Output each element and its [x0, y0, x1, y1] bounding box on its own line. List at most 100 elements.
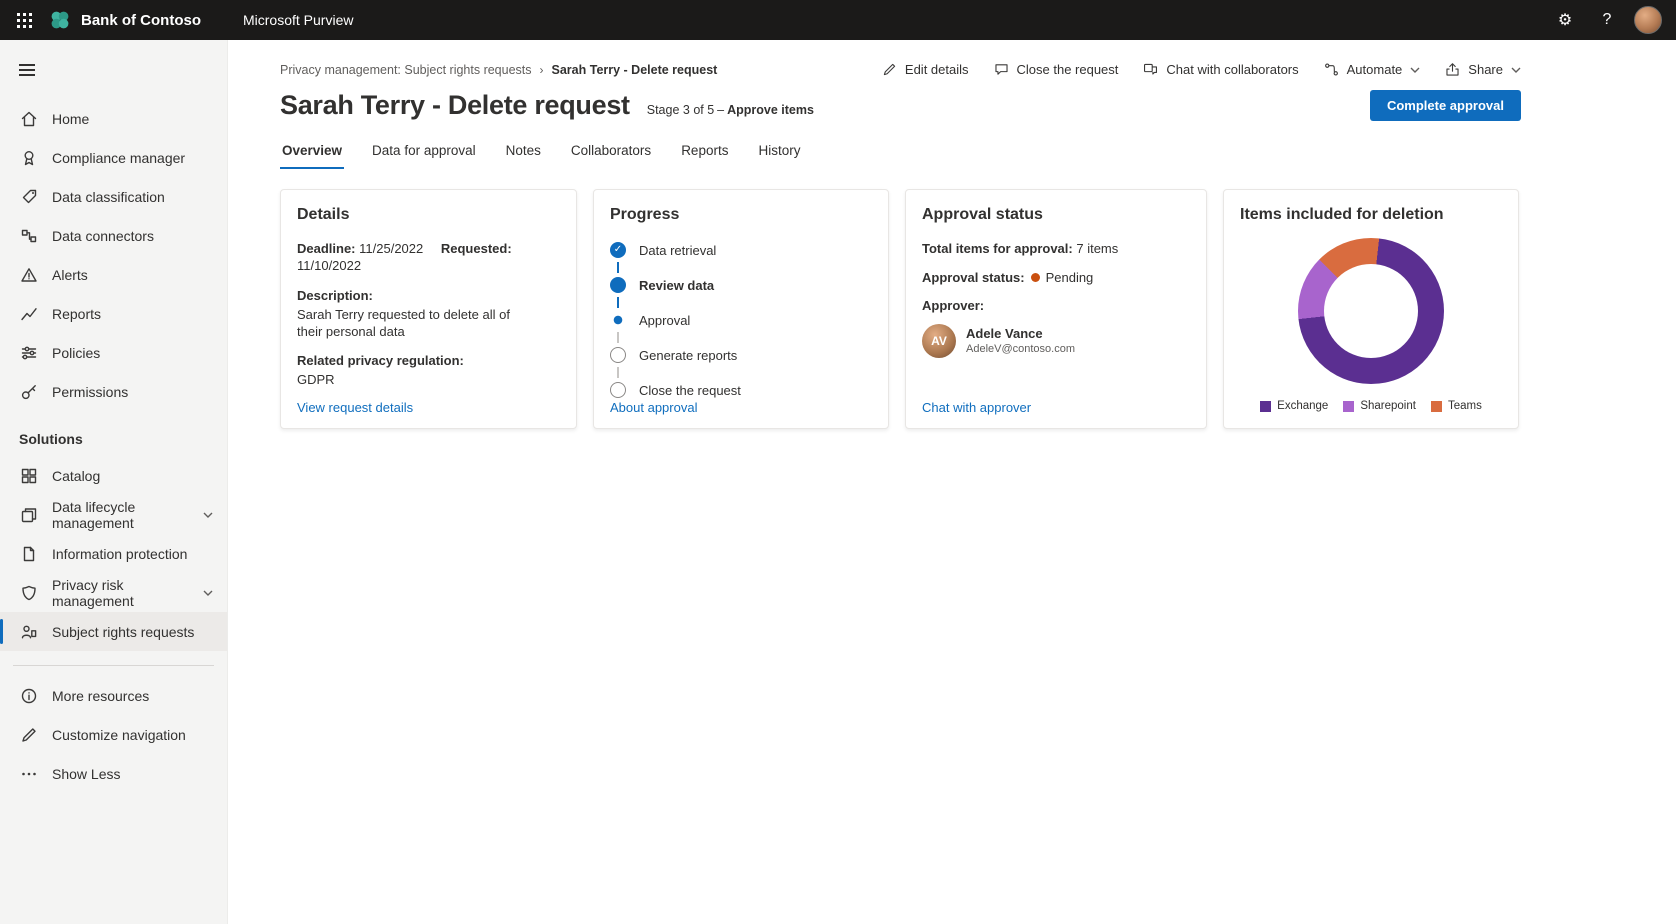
- tab-overview[interactable]: Overview: [280, 141, 344, 169]
- description-label: Description:: [297, 288, 560, 305]
- stage-name: Approve items: [727, 103, 814, 117]
- sidebar-item-show-less[interactable]: Show Less: [0, 754, 227, 793]
- sidebar-divider: [13, 665, 214, 666]
- sidebar-item-data-lifecycle-management[interactable]: Data lifecycle management: [0, 495, 227, 534]
- deadline-row: Deadline: 11/25/2022 Requested: 11/10/20…: [297, 241, 560, 275]
- product-name: Microsoft Purview: [243, 12, 353, 28]
- key-icon: [19, 382, 39, 402]
- edit-details-button[interactable]: Edit details: [881, 61, 969, 78]
- sidebar-item-home[interactable]: Home: [0, 99, 227, 138]
- waffle-icon: [17, 13, 32, 28]
- page-title: Sarah Terry - Delete request: [280, 90, 630, 121]
- items-deletion-card: Items included for deletion Exchange Sha…: [1223, 189, 1519, 429]
- breadcrumb-current: Sarah Terry - Delete request: [552, 63, 718, 77]
- details-card: Details Deadline: 11/25/2022 Requested: …: [280, 189, 577, 429]
- stage-separator: –: [717, 103, 724, 117]
- sidebar-item-subject-rights-requests[interactable]: Subject rights requests: [0, 612, 227, 651]
- step-connector: [617, 367, 619, 378]
- sidebar-item-permissions[interactable]: Permissions: [0, 372, 227, 411]
- tab-notes[interactable]: Notes: [504, 141, 543, 169]
- regulation-block: Related privacy regulation: GDPR: [297, 353, 560, 389]
- card-title: Items included for deletion: [1240, 206, 1502, 224]
- grid-icon: [19, 466, 39, 486]
- tab-bar: Overview Data for approval Notes Collabo…: [280, 141, 1521, 169]
- sidebar-item-policies[interactable]: Policies: [0, 333, 227, 372]
- org-brand[interactable]: Bank of Contoso: [48, 8, 201, 32]
- donut-hole: [1324, 264, 1418, 358]
- status-badge: Pending: [1046, 270, 1094, 285]
- chevron-down-icon: [1410, 67, 1420, 73]
- step-connector: [617, 262, 619, 273]
- tab-reports[interactable]: Reports: [679, 141, 730, 169]
- total-items-value: 7 items: [1076, 241, 1118, 256]
- sidebar-item-information-protection[interactable]: Information protection: [0, 534, 227, 573]
- pending-status-dot: [1031, 273, 1040, 282]
- step-connector: [617, 297, 619, 308]
- info-icon: [19, 686, 39, 706]
- breadcrumb: Privacy management: Subject rights reque…: [280, 63, 717, 77]
- breadcrumb-parent-link[interactable]: Privacy management: Subject rights reque…: [280, 63, 532, 77]
- complete-approval-button[interactable]: Complete approval: [1370, 90, 1521, 121]
- approver-avatar: AV: [922, 324, 956, 358]
- requested-label: Requested:: [441, 241, 512, 256]
- chat-with-collaborators-button[interactable]: Chat with collaborators: [1142, 61, 1298, 78]
- sliders-icon: [19, 343, 39, 363]
- sidebar-item-label: Home: [52, 111, 89, 127]
- sidebar-item-data-classification[interactable]: Data classification: [0, 177, 227, 216]
- settings-gear-icon[interactable]: ⚙: [1544, 0, 1586, 40]
- command-label: Close the request: [1017, 62, 1119, 77]
- sidebar-item-alerts[interactable]: Alerts: [0, 255, 227, 294]
- close-request-button[interactable]: Close the request: [993, 61, 1119, 78]
- view-request-details-link[interactable]: View request details: [297, 400, 413, 415]
- sidebar-item-label: Reports: [52, 306, 101, 322]
- sidebar-item-customize-navigation[interactable]: Customize navigation: [0, 715, 227, 754]
- sidebar-item-more-resources[interactable]: More resources: [0, 676, 227, 715]
- sidebar-item-compliance-manager[interactable]: Compliance manager: [0, 138, 227, 177]
- user-avatar[interactable]: [1634, 6, 1662, 34]
- teams-chat-icon: [1142, 61, 1159, 78]
- automate-flow-icon: [1323, 61, 1340, 78]
- sidebar-item-label: Policies: [52, 345, 100, 361]
- tag-icon: [19, 187, 39, 207]
- file-icon: [19, 544, 39, 564]
- sidebar-item-data-connectors[interactable]: Data connectors: [0, 216, 227, 255]
- automate-button[interactable]: Automate: [1323, 61, 1421, 78]
- about-approval-link[interactable]: About approval: [610, 400, 697, 415]
- edit-pencil-icon: [881, 61, 898, 78]
- chevron-down-icon: [1511, 67, 1521, 73]
- progress-card: Progress ✓ Data retrieval Review data: [593, 189, 889, 429]
- step-completed-icon: ✓: [610, 242, 626, 258]
- command-bar: Edit details Close the request Chat with…: [881, 61, 1521, 78]
- sidebar-item-catalog[interactable]: Catalog: [0, 456, 227, 495]
- sidebar-item-label: Permissions: [52, 384, 128, 400]
- tab-data-for-approval[interactable]: Data for approval: [370, 141, 478, 169]
- purview-clover-logo-icon: [48, 8, 72, 32]
- sidebar-item-label: Customize navigation: [52, 727, 186, 743]
- sidebar-item-privacy-risk-management[interactable]: Privacy risk management: [0, 573, 227, 612]
- share-button[interactable]: Share: [1444, 61, 1521, 78]
- tab-history[interactable]: History: [756, 141, 802, 169]
- app-top-bar: Bank of Contoso Microsoft Purview ⚙ ?: [0, 0, 1676, 40]
- help-icon[interactable]: ?: [1586, 0, 1628, 40]
- approver-name: Adele Vance: [966, 326, 1075, 341]
- pencil-icon: [19, 725, 39, 745]
- description-value: Sarah Terry requested to delete all of t…: [297, 307, 537, 341]
- chat-with-approver-link[interactable]: Chat with approver: [922, 400, 1031, 415]
- step-close-the-request: Close the request: [610, 380, 872, 400]
- app-launcher-waffle-icon[interactable]: [0, 0, 48, 40]
- card-title: Details: [297, 206, 560, 224]
- sidebar-item-label: Catalog: [52, 468, 100, 484]
- connectors-icon: [19, 226, 39, 246]
- tab-collaborators[interactable]: Collaborators: [569, 141, 653, 169]
- deadline-value: 11/25/2022: [359, 241, 423, 256]
- step-upcoming-icon: [610, 347, 626, 363]
- command-label: Edit details: [905, 62, 969, 77]
- layers-icon: [19, 505, 39, 525]
- sidebar-item-reports[interactable]: Reports: [0, 294, 227, 333]
- stage-label: Stage 3 of 5: [647, 103, 714, 117]
- approver-email: AdeleV@contoso.com: [966, 343, 1075, 355]
- approval-status-label: Approval status:: [922, 270, 1025, 285]
- hamburger-menu-icon[interactable]: [13, 55, 41, 85]
- total-items-row: Total items for approval: 7 items: [922, 241, 1190, 258]
- step-next-icon: [610, 312, 626, 328]
